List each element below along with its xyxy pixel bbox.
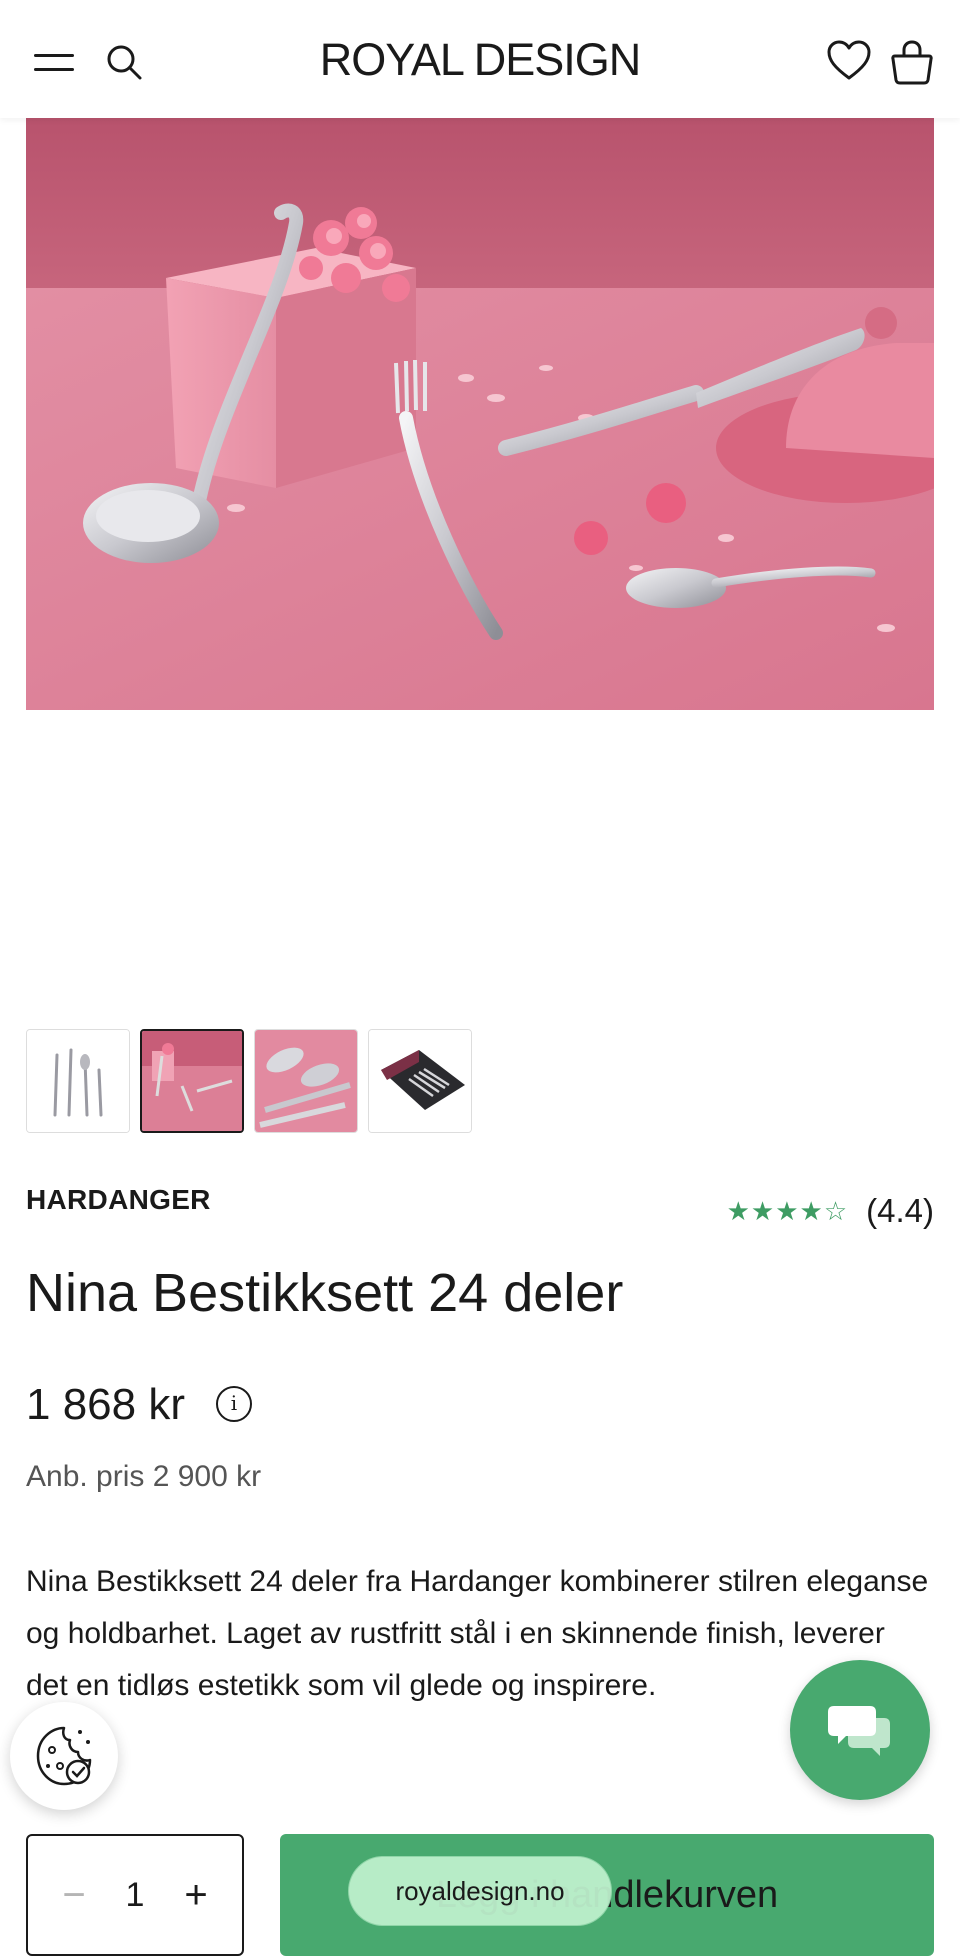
heart-icon[interactable] (826, 38, 872, 84)
quantity-increase-button[interactable]: + (176, 1873, 216, 1918)
chat-button[interactable] (790, 1660, 930, 1800)
rating-stars: ★★★★☆ (726, 1195, 849, 1226)
thumbnail-spoons-closeup[interactable] (254, 1029, 358, 1133)
product-title: Nina Bestikksett 24 deler (26, 1263, 624, 1323)
quantity-stepper: − 1 + (26, 1834, 244, 1956)
product-description: Nina Bestikksett 24 deler fra Hardanger … (26, 1565, 929, 1702)
site-logo[interactable]: ROYAL DESIGN (0, 34, 960, 86)
quantity-input[interactable]: 1 (105, 1876, 165, 1915)
cookie-settings-icon (36, 1726, 92, 1786)
product-rating[interactable]: ★★★★☆ (4.4) (727, 1192, 934, 1230)
recommended-price: Anb. pris 2 900 kr (26, 1460, 262, 1493)
chat-bubbles-icon (828, 1706, 890, 1756)
thumbnail-gift-box[interactable] (368, 1029, 472, 1133)
shopping-bag-icon[interactable] (890, 38, 934, 86)
quantity-decrease-button[interactable]: − (54, 1873, 94, 1918)
product-brand-link[interactable]: HARDANGER (26, 1184, 211, 1216)
thumbnail-cutlery-pink-scene[interactable] (140, 1029, 244, 1133)
rating-value: (4.4) (866, 1192, 934, 1229)
site-header: ROYAL DESIGN (0, 0, 960, 118)
cutlery-white-background (27, 1030, 129, 1132)
cutlery-gift-box (369, 1030, 471, 1132)
cutlery-pink-scene (142, 1031, 242, 1131)
product-image-pink-cutlery (26, 118, 934, 710)
cookie-settings-button[interactable] (10, 1702, 118, 1810)
browser-url-pill[interactable]: royaldesign.no (348, 1856, 612, 1926)
product-main-image[interactable] (26, 118, 934, 710)
price-info-icon[interactable]: i (216, 1386, 252, 1422)
image-thumbnails (26, 1029, 472, 1133)
thumbnail-cutlery-white[interactable] (26, 1029, 130, 1133)
spoons-closeup-pink (255, 1030, 357, 1132)
product-price: 1 868 kr (26, 1380, 185, 1429)
